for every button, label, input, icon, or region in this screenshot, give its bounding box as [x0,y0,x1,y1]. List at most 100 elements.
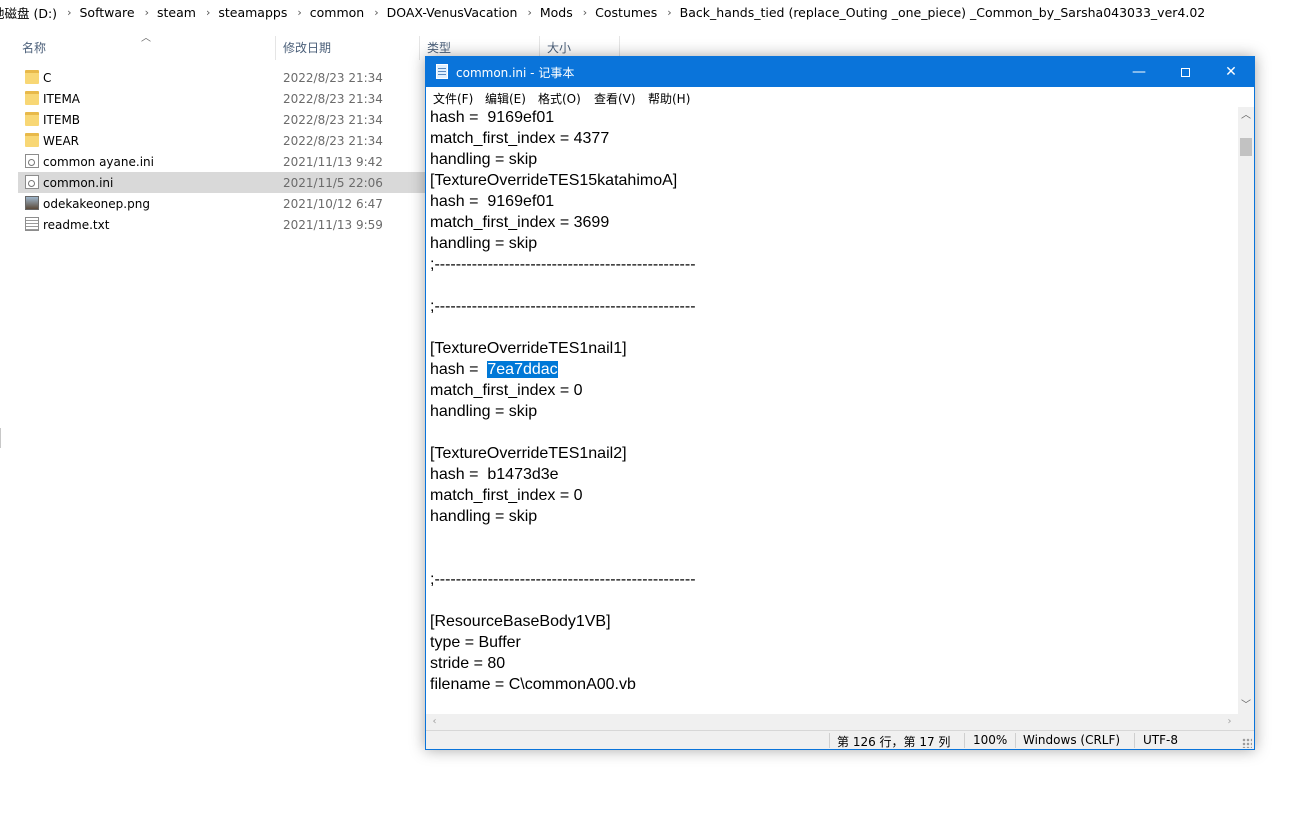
list-item-file[interactable]: readme.txt 2021/11/13 9:59 [18,214,428,235]
file-name: WEAR [43,133,79,148]
menu-edit[interactable]: 编辑(E) [485,90,526,107]
file-date: 2021/11/5 22:06 [283,175,383,190]
list-item-file[interactable]: odekakeonep.png 2021/10/12 6:47 [18,193,428,214]
notepad-window: common.ini - 记事本 — ✕ 文件(F) 编辑(E) 格式(O) 查… [425,56,1255,750]
folder-icon [25,70,39,84]
scroll-left-icon[interactable]: ‹ [426,714,443,730]
image-file-icon [25,196,39,210]
menu-view[interactable]: 查看(V) [594,90,636,107]
text-line-with-selection: hash = 7ea7ddac [430,359,558,380]
sort-ascending-icon: ︿ [141,33,151,44]
scroll-thumb[interactable] [1240,138,1252,156]
chevron-right-icon[interactable]: › [141,6,153,19]
status-divider [829,733,830,748]
breadcrumb-steamapps[interactable]: steamapps [214,5,293,20]
status-line-ending: Windows (CRLF) [1023,733,1121,747]
text-line: hash = 9169ef01 [430,193,555,210]
ini-file-icon [25,154,39,168]
scrollbar-corner [1238,714,1254,730]
list-item-folder[interactable]: ITEMA 2022/8/23 21:34 [18,88,428,109]
column-divider[interactable] [275,36,276,60]
breadcrumb-mods[interactable]: Mods [536,5,579,20]
menu-bar: 文件(F) 编辑(E) 格式(O) 查看(V) 帮助(H) [426,87,1254,107]
close-button[interactable]: ✕ [1208,57,1254,87]
file-date: 2022/8/23 21:34 [283,112,383,127]
resize-grip[interactable] [1242,738,1252,748]
breadcrumb-steam[interactable]: steam [153,5,202,20]
window-title: common.ini - 记事本 [456,66,575,80]
minimize-button[interactable]: — [1116,57,1162,87]
text-line: hash = 9169ef01 [430,109,555,126]
status-encoding: UTF-8 [1143,733,1178,747]
list-item-folder[interactable]: WEAR 2022/8/23 21:34 [18,130,428,151]
status-divider [1134,733,1135,748]
file-list: C 2022/8/23 21:34 ITEMA 2022/8/23 21:34 … [18,67,428,235]
file-date: 2022/8/23 21:34 [283,70,383,85]
column-divider[interactable] [419,36,420,60]
file-name: C [43,70,52,85]
chevron-right-icon[interactable]: › [293,6,305,19]
text-line: [TextureOverrideTES1nail2] [430,445,627,462]
text-line: stride = 80 [430,655,506,672]
horizontal-scrollbar[interactable]: ‹ › [426,714,1238,730]
file-name: ITEMB [43,112,81,127]
file-name: ITEMA [43,91,81,106]
text-line: match_first_index = 0 [430,382,583,399]
text-line: handling = skip [430,235,538,252]
title-bar[interactable]: common.ini - 记事本 — ✕ [426,57,1254,87]
list-item-folder[interactable]: C 2022/8/23 21:34 [18,67,428,88]
text-line: [ResourceBaseBody1VB] [430,613,611,630]
breadcrumb-costumes[interactable]: Costumes [591,5,663,20]
column-header-name[interactable]: 名称 [22,36,46,60]
folder-icon [25,91,39,105]
maximize-icon [1180,67,1190,77]
status-divider [964,733,965,748]
breadcrumb-common[interactable]: common [306,5,370,20]
breadcrumb-current-folder[interactable]: Back_hands_tied (replace_Outing _one_pie… [676,5,1212,20]
file-date: 2021/11/13 9:42 [283,154,383,169]
menu-help[interactable]: 帮助(H) [648,90,690,107]
file-date: 2021/11/13 9:59 [283,217,383,232]
chevron-right-icon[interactable]: › [202,6,214,19]
scroll-right-icon[interactable]: › [1221,714,1238,730]
selected-text[interactable]: 7ea7ddac [487,361,558,378]
list-item-file[interactable]: common ayane.ini 2021/11/13 9:42 [18,151,428,172]
scroll-up-icon[interactable]: ︿ [1238,107,1254,124]
pane-splitter[interactable] [0,428,1,448]
folder-icon [25,112,39,126]
text-line: ;---------------------------------------… [430,571,696,588]
breadcrumb-drive[interactable]: 地磁盘 (D:) [0,3,63,22]
chevron-right-icon[interactable]: › [523,6,535,19]
chevron-right-icon[interactable]: › [63,6,75,19]
text-line: [TextureOverrideTES15katahimoA] [430,172,678,189]
text-line: filename = C\commonA00.vb [430,676,636,693]
maximize-button[interactable] [1162,57,1208,87]
text-line: match_first_index = 3699 [430,214,610,231]
notepad-icon[interactable] [436,64,448,79]
menu-format[interactable]: 格式(O) [538,90,581,107]
file-name: common ayane.ini [43,154,154,169]
status-cursor-position: 第 126 行，第 17 列 [837,735,951,749]
list-item-file-selected[interactable]: common.ini 2021/11/5 22:06 [18,172,428,193]
ini-file-icon [25,175,39,189]
menu-file[interactable]: 文件(F) [433,90,473,107]
chevron-right-icon[interactable]: › [663,6,675,19]
column-header-date[interactable]: 修改日期 [283,36,331,60]
file-name: odekakeonep.png [43,196,150,211]
text-editor[interactable]: hash = 9169ef01 match_first_index = 4377… [426,107,1238,714]
scroll-down-icon[interactable]: ﹀ [1238,697,1254,714]
status-zoom: 100% [973,733,1008,747]
breadcrumb-doax[interactable]: DOAX-VenusVacation [383,5,524,20]
text-line: ;---------------------------------------… [430,298,696,315]
chevron-right-icon[interactable]: › [579,6,591,19]
address-breadcrumb[interactable]: 地磁盘 (D:) › Software › steam › steamapps … [0,0,1295,24]
text-line: handling = skip [430,151,538,168]
file-name: readme.txt [43,217,110,232]
breadcrumb-software[interactable]: Software [75,5,140,20]
list-item-folder[interactable]: ITEMB 2022/8/23 21:34 [18,109,428,130]
chevron-right-icon[interactable]: › [370,6,382,19]
text-line: hash = b1473d3e [430,466,559,483]
text-line: type = Buffer [430,634,521,651]
text-file-icon [25,217,39,231]
vertical-scrollbar[interactable]: ︿ ﹀ [1238,107,1254,714]
